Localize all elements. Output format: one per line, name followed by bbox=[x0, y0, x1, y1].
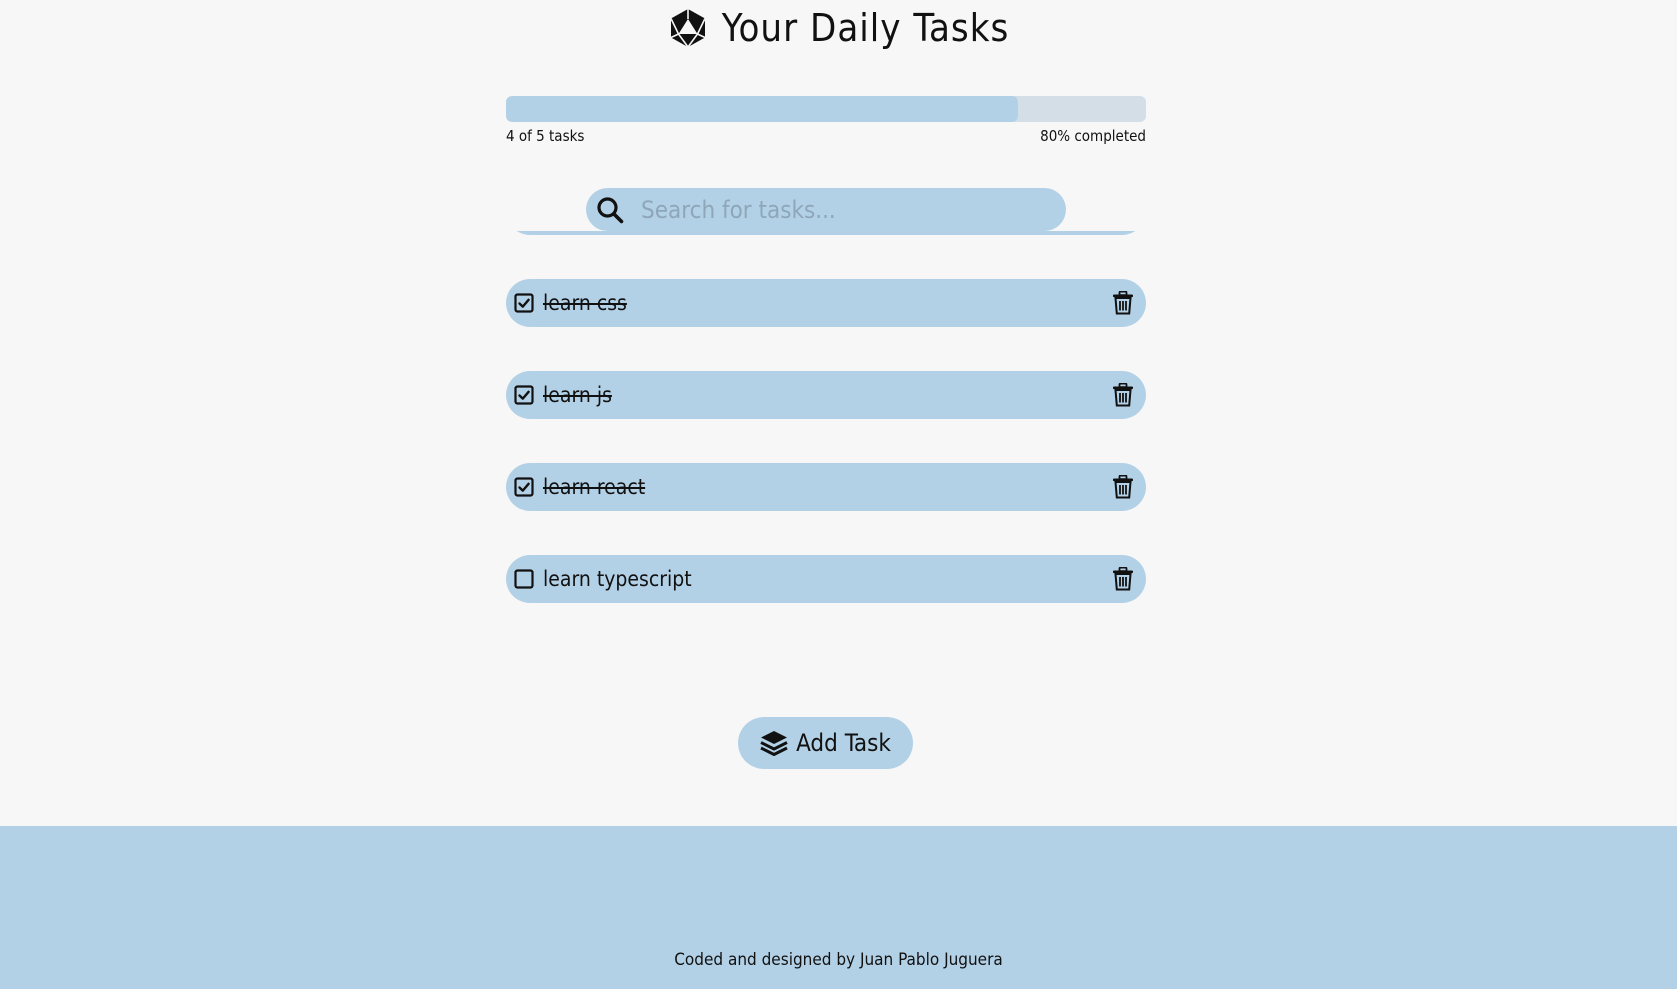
task-label: learn css bbox=[543, 291, 627, 315]
trash-icon[interactable] bbox=[1112, 475, 1134, 499]
task-item[interactable]: learn js bbox=[506, 371, 1146, 419]
task-label: learn react bbox=[543, 475, 646, 499]
progress-labels: 4 of 5 tasks 80% completed bbox=[506, 127, 1146, 145]
task-label: learn js bbox=[543, 383, 612, 407]
page-footer: Coded and designed by Juan Pablo Juguera bbox=[0, 826, 1677, 989]
checkbox-checked-icon[interactable] bbox=[514, 385, 534, 405]
task-item[interactable]: learn css bbox=[506, 279, 1146, 327]
add-task-button[interactable]: Add Task bbox=[738, 717, 913, 769]
checkbox-unchecked-icon[interactable] bbox=[514, 569, 534, 589]
trash-icon[interactable] bbox=[1112, 383, 1134, 407]
progress-section: 4 of 5 tasks 80% completed bbox=[506, 96, 1146, 145]
task-list: learn css learn js learn react learn typ… bbox=[506, 231, 1146, 647]
task-label: learn typescript bbox=[543, 567, 692, 591]
footer-credit: Coded and designed by Juan Pablo Juguera bbox=[674, 950, 1003, 970]
page-title: Your Daily Tasks bbox=[721, 6, 1010, 50]
header-inner: Your Daily Tasks bbox=[668, 6, 1010, 50]
task-item[interactable] bbox=[506, 231, 1146, 235]
trash-icon[interactable] bbox=[1112, 291, 1134, 315]
add-task-label: Add Task bbox=[796, 729, 891, 757]
search-bar[interactable] bbox=[586, 188, 1066, 231]
search-input[interactable] bbox=[639, 194, 1043, 225]
app-header: Your Daily Tasks bbox=[0, 6, 1677, 54]
task-item[interactable]: learn typescript bbox=[506, 555, 1146, 603]
dice-d20-icon bbox=[669, 9, 706, 48]
progress-bar bbox=[506, 96, 1146, 122]
progress-count-label: 4 of 5 tasks bbox=[506, 127, 585, 145]
search-icon[interactable] bbox=[595, 195, 625, 225]
checkbox-checked-icon[interactable] bbox=[514, 293, 534, 313]
progress-percent-label: 80% completed bbox=[1040, 127, 1146, 145]
trash-icon[interactable] bbox=[1112, 567, 1134, 591]
progress-bar-fill bbox=[506, 96, 1018, 122]
layers-icon bbox=[760, 731, 788, 756]
checkbox-checked-icon[interactable] bbox=[514, 477, 534, 497]
task-item[interactable]: learn react bbox=[506, 463, 1146, 511]
task-list-viewport[interactable]: learn css learn js learn react learn typ… bbox=[506, 231, 1146, 659]
